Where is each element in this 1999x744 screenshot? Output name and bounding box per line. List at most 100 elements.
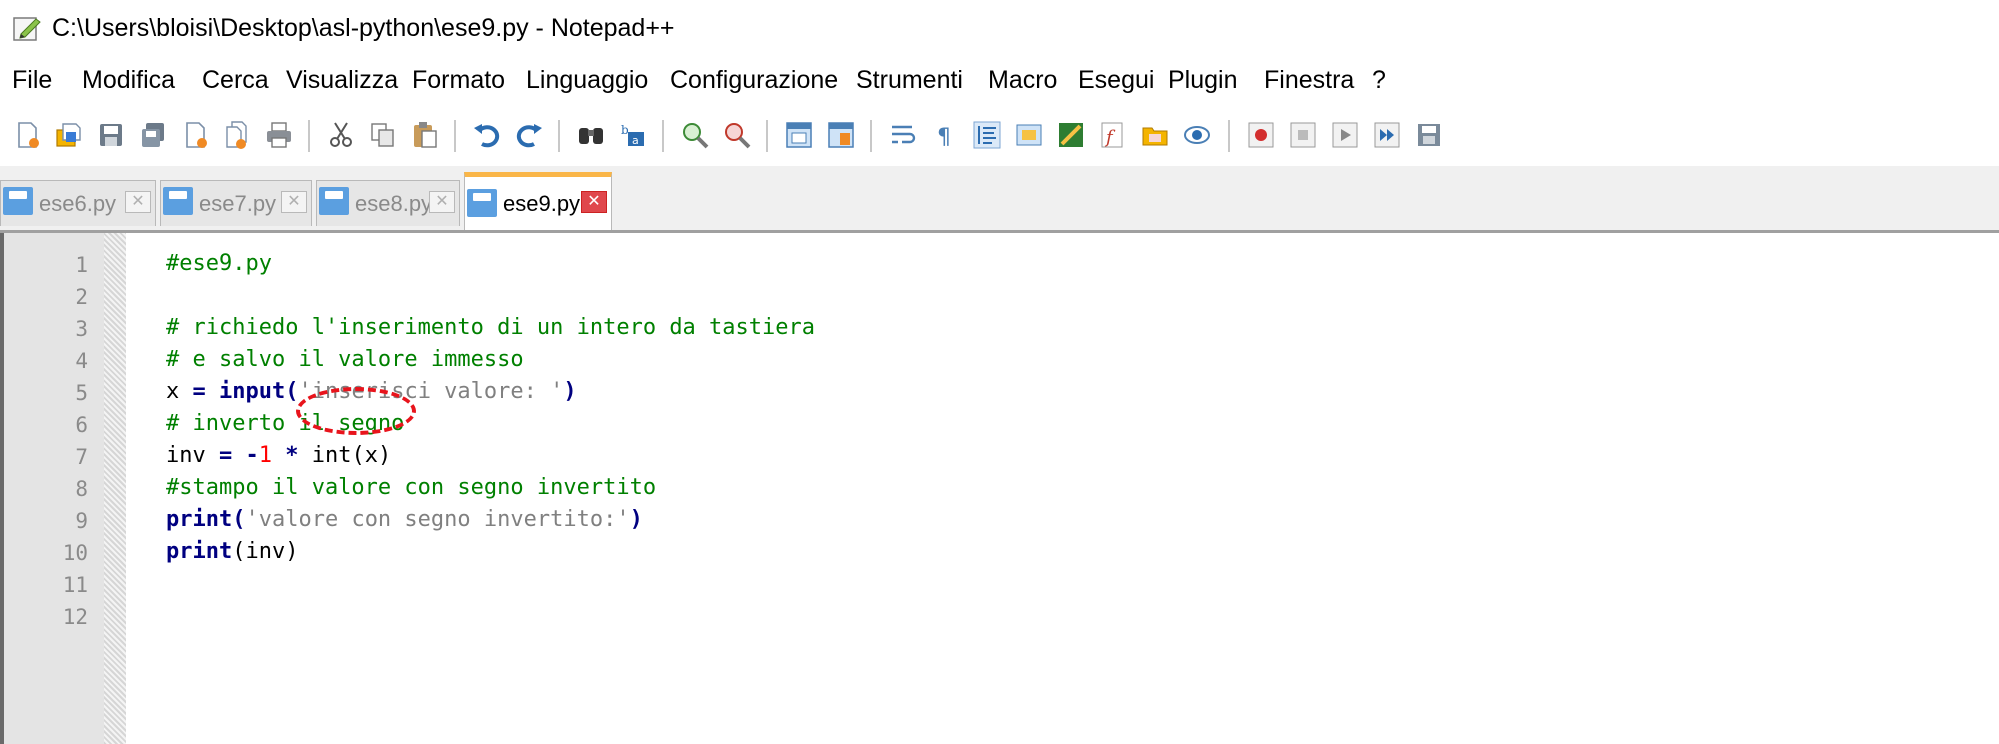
tab-ese8[interactable]: ese8.py ✕ (316, 180, 460, 226)
toolbar-separator (766, 120, 769, 152)
find-icon[interactable] (576, 120, 606, 150)
cut-icon[interactable] (326, 120, 356, 150)
notepad-plus-plus-icon (12, 14, 42, 42)
sync-horizontal-icon[interactable] (826, 120, 856, 150)
close-icon[interactable] (180, 120, 210, 150)
menu-macro[interactable]: Macro (988, 66, 1057, 95)
replace-icon[interactable]: ba (618, 120, 648, 150)
svg-text:a: a (632, 134, 639, 147)
close-tab-icon[interactable]: ✕ (429, 191, 455, 213)
sync-vertical-icon[interactable] (784, 120, 814, 150)
menu-visualizza[interactable]: Visualizza (286, 66, 398, 95)
run-macro-multiple-icon[interactable] (1372, 120, 1402, 150)
open-file-icon[interactable] (54, 120, 84, 150)
code-line: #stampo il valore con segno invertito (166, 475, 656, 500)
line-number: 2 (75, 285, 88, 309)
code-call: int (311, 443, 352, 468)
toolbar-separator (870, 120, 873, 152)
menu-strumenti[interactable]: Strumenti (856, 66, 963, 95)
code-comment: # e salvo il valore immesso (166, 347, 524, 372)
line-number: 11 (62, 573, 88, 597)
code-paren: ( (232, 507, 246, 532)
menu-esegui[interactable]: Esegui (1078, 66, 1154, 95)
save-icon[interactable] (96, 120, 126, 150)
tab-label: ese7.py (199, 191, 277, 216)
menu-formato[interactable]: Formato (412, 66, 505, 95)
code-line: print(inv) (166, 539, 298, 564)
toolbar: ba ¶ f (0, 106, 1999, 166)
svg-text:¶: ¶ (937, 125, 951, 150)
play-macro-icon[interactable] (1330, 120, 1360, 150)
line-number: 1 (75, 253, 88, 277)
close-all-icon[interactable] (222, 120, 252, 150)
menu-linguaggio[interactable]: Linguaggio (526, 66, 648, 95)
code-operator: = (179, 379, 219, 404)
floppy-icon (3, 187, 33, 215)
code-number: 1 (258, 443, 272, 468)
paste-icon[interactable] (410, 120, 440, 150)
code-builtin: input (219, 379, 286, 404)
menu-modifica[interactable]: Modifica (82, 66, 175, 95)
user-language-icon[interactable] (1014, 120, 1044, 150)
menu-help[interactable]: ? (1372, 66, 1386, 95)
floppy-icon (163, 187, 193, 215)
redo-icon[interactable] (514, 120, 544, 150)
show-all-characters-icon[interactable]: ¶ (930, 120, 960, 150)
toolbar-separator (1228, 120, 1231, 152)
save-macro-icon[interactable] (1414, 120, 1444, 150)
tab-label: ese6.py (39, 191, 117, 216)
folder-as-workspace-icon[interactable] (1140, 120, 1170, 150)
save-all-icon[interactable] (138, 120, 168, 150)
menu-file[interactable]: File (12, 66, 52, 95)
code-string: 'valore con segno invertito:' (245, 507, 630, 532)
tab-ese7[interactable]: ese7.py ✕ (160, 180, 312, 226)
undo-icon[interactable] (472, 120, 502, 150)
code-argument: (inv) (232, 539, 299, 564)
code-variable: inv (166, 443, 206, 468)
title-bar: C:\Users\bloisi\Desktop\asl-python\ese9.… (0, 0, 1999, 56)
tab-ese6[interactable]: ese6.py ✕ (0, 180, 156, 226)
copy-icon[interactable] (368, 120, 398, 150)
tab-ese9[interactable]: ese9.py ✕ (464, 172, 612, 230)
menu-bar: File Modifica Cerca Visualizza Formato L… (0, 56, 1999, 106)
code-builtin: print (166, 507, 233, 532)
tab-label: ese9.py (503, 191, 581, 216)
doc-map-icon[interactable] (1056, 120, 1086, 150)
close-tab-icon[interactable]: ✕ (581, 191, 607, 213)
floppy-icon (319, 187, 349, 215)
window-title: C:\Users\bloisi\Desktop\asl-python\ese9.… (52, 14, 675, 42)
close-tab-icon[interactable]: ✕ (125, 191, 151, 213)
line-number: 7 (75, 445, 88, 469)
monitoring-icon[interactable] (1182, 120, 1212, 150)
toolbar-separator (558, 120, 561, 152)
line-number: 5 (75, 381, 88, 405)
code-comment: #stampo il valore con segno invertito (166, 475, 657, 500)
menu-configurazione[interactable]: Configurazione (670, 66, 838, 95)
menu-plugin[interactable]: Plugin (1168, 66, 1238, 95)
close-tab-icon[interactable]: ✕ (281, 191, 307, 213)
code-line: #ese9.py (166, 251, 272, 276)
floppy-icon (467, 189, 497, 217)
indent-guide-icon[interactable] (972, 120, 1002, 150)
code-operator: = - (205, 443, 259, 468)
stop-recording-icon[interactable] (1288, 120, 1318, 150)
function-list-icon[interactable]: f (1098, 120, 1128, 150)
print-icon[interactable] (264, 120, 294, 150)
line-number: 9 (75, 509, 88, 533)
code-paren: ) (563, 379, 577, 404)
menu-finestra[interactable]: Finestra (1264, 66, 1354, 95)
annotation-ellipse (296, 387, 416, 435)
line-number: 3 (75, 317, 88, 341)
word-wrap-icon[interactable] (888, 120, 918, 150)
code-line: # e salvo il valore immesso (166, 347, 524, 372)
editor-area[interactable]: 1 2 3 4 5 6 7 8 9 10 11 12 #ese9.py # ri… (0, 233, 1999, 744)
zoom-out-icon[interactable] (722, 120, 752, 150)
new-file-icon[interactable] (12, 120, 42, 150)
record-macro-icon[interactable] (1246, 120, 1276, 150)
code-line: inv = -1 * int(x) (166, 443, 391, 468)
code-variable: x (166, 379, 180, 404)
zoom-in-icon[interactable] (680, 120, 710, 150)
tab-label: ese8.py (355, 191, 433, 216)
menu-cerca[interactable]: Cerca (202, 66, 269, 95)
code-comment: # richiedo l'inserimento di un intero da… (166, 315, 816, 340)
